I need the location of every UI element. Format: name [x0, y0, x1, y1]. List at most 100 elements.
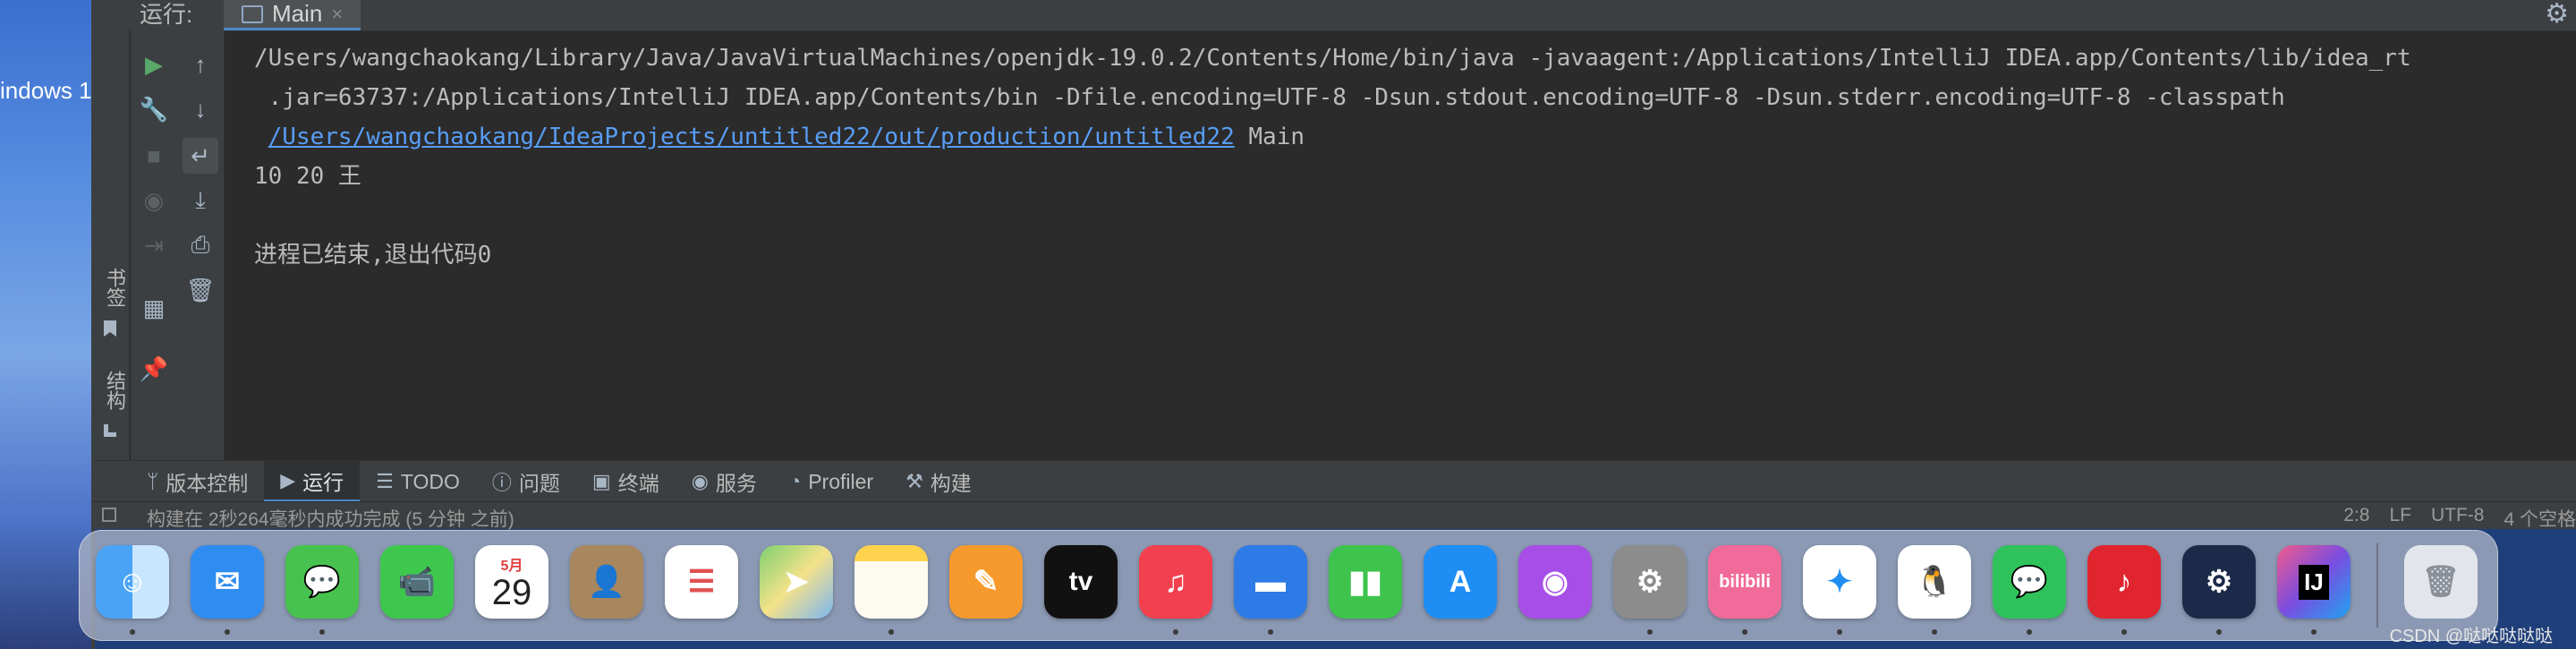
numbers-icon[interactable]: ▮▮ [1329, 545, 1402, 619]
tab-problems[interactable]: ⓘ 问题 [476, 461, 576, 502]
music-icon[interactable]: ♫ [1139, 545, 1212, 619]
services-icon: ◉ [691, 470, 709, 492]
arrow-up-icon[interactable]: ↑ [183, 47, 218, 82]
macos-dock: ☺ ✉ 💬 📹 5月 29 👤 ☰ ➤ ✎ tv ♫ ▬ ▮▮ A ◉ ⚙ bi… [79, 530, 2498, 641]
camera-icon[interactable]: ◉ [136, 183, 172, 218]
caret-position[interactable]: 2:8 [2343, 505, 2369, 532]
stop-icon[interactable]: ■ [136, 138, 172, 174]
arrow-down-icon[interactable]: ↓ [183, 91, 218, 127]
print-icon[interactable]: ⎙ [183, 227, 218, 263]
console-output[interactable]: /Users/wangchaokang/Library/Java/JavaVir… [254, 30, 2563, 460]
tab-label: 构建 [930, 472, 972, 495]
soft-wrap-icon[interactable]: ↵ [183, 138, 218, 174]
tab-label: 终端 [617, 472, 659, 495]
desktop-window-label: indows 1 [0, 77, 92, 104]
tab-label: TODO [400, 469, 460, 493]
exit-icon[interactable]: ⇥ [136, 227, 172, 263]
console-line-command-cont: .jar=63737:/Applications/IntelliJ IDEA.a… [254, 84, 2285, 111]
console-line-classpath: /Users/wangchaokang/IdeaProjects/untitle… [254, 124, 1305, 150]
tab-label: Profiler [808, 469, 874, 493]
classpath-link[interactable]: /Users/wangchaokang/IdeaProjects/untitle… [268, 124, 1235, 150]
tab-profiler[interactable]: ◔ Profiler [773, 461, 889, 502]
notes-icon[interactable] [854, 545, 928, 619]
main-class-text: Main [1234, 124, 1305, 150]
maps-icon[interactable]: ➤ [760, 545, 833, 619]
tab-services[interactable]: ◉ 服务 [676, 461, 773, 502]
gear-icon[interactable]: ⚙ [2545, 0, 2569, 29]
panel-toggle-icon[interactable] [102, 508, 116, 522]
tab-version-control[interactable]: ᛘ 版本控制 [131, 461, 264, 502]
wechat-icon[interactable]: 💬 [1993, 545, 2066, 619]
run-tool-titlebar: 运行: Main × ⚙ [93, 0, 2576, 31]
tab-main[interactable]: Main × [224, 0, 361, 30]
profiler-icon: ◔ [788, 470, 802, 492]
reminders-icon[interactable]: ☰ [665, 545, 738, 619]
qq-icon[interactable]: 🐧 [1898, 545, 1971, 619]
indent-setting[interactable]: 4 个空格 [2504, 505, 2576, 532]
tab-label: 问题 [518, 472, 560, 495]
trash-icon[interactable]: 🗑 [2404, 545, 2478, 619]
calendar-month: 5月 [500, 559, 523, 574]
file-encoding[interactable]: UTF-8 [2431, 505, 2485, 532]
podcasts-icon[interactable]: ◉ [1518, 545, 1592, 619]
side-tool-strip: 书签 结构 [93, 30, 130, 460]
run-config-icon [242, 4, 263, 23]
dock-separator [2376, 543, 2378, 628]
messages-icon[interactable]: 💬 [285, 545, 359, 619]
run-toolbar-secondary: ↑ ↓ ↵ ⤓ ⎙ 🗑 [177, 30, 225, 460]
trash-icon[interactable]: 🗑 [183, 272, 218, 308]
pages-icon[interactable]: ✎ [949, 545, 1023, 619]
intellij-idea-icon[interactable]: IJ [2277, 545, 2351, 619]
safari-icon[interactable]: ✦ [1803, 545, 1876, 619]
console-line-exit: 进程已结束,退出代码0 [254, 242, 492, 269]
apple-tv-icon[interactable]: tv [1044, 545, 1118, 619]
tab-todo[interactable]: ☰ TODO [360, 461, 476, 502]
status-bar: 构建在 2秒264毫秒内成功完成 (5 分钟 之前) 2:8 LF UTF-8 … [93, 501, 2576, 532]
ij-label: IJ [2299, 564, 2329, 600]
layout-icon[interactable]: ▦ [136, 290, 172, 326]
bookmark-icon[interactable] [104, 320, 116, 337]
line-separator[interactable]: LF [2389, 505, 2411, 532]
play-icon: ▶ [280, 468, 296, 491]
tab-main-label: Main [272, 0, 323, 27]
structure-tab[interactable]: 结构 [100, 371, 129, 410]
netease-music-icon[interactable]: ♪ [2087, 545, 2161, 619]
tv-label: tv [1068, 567, 1093, 596]
tab-build[interactable]: ⚒ 构建 [889, 461, 988, 502]
status-message: 构建在 2秒264毫秒内成功完成 (5 分钟 之前) [147, 509, 514, 530]
tab-label: 服务 [715, 472, 757, 495]
mail-icon[interactable]: ✉ [191, 545, 264, 619]
bookmarks-tab[interactable]: 书签 [100, 268, 129, 307]
bilibili-label: bilibili [1719, 571, 1771, 592]
rerun-icon[interactable]: ▶ [136, 47, 172, 82]
console-line-output: 10 20 王 [254, 163, 361, 190]
csdn-watermark: CSDN @哒哒哒哒哒 [2389, 627, 2553, 646]
calendar-day: 29 [491, 573, 532, 612]
tool-window-bar: ᛘ 版本控制 ▶ 运行 ☰ TODO ⓘ 问题 ▣ 终端 ◉ 服务 ◔ Profiler ⚒ 构… [93, 460, 2576, 502]
close-icon[interactable]: × [331, 3, 343, 26]
wrench-icon[interactable]: 🔧 [136, 91, 172, 127]
app-store-icon[interactable]: A [1424, 545, 1497, 619]
scroll-to-end-icon[interactable]: ⤓ [183, 183, 218, 218]
intellij-run-window: 运行: Main × ⚙ 书签 结构 ▶ 🔧 ■ ◉ ⇥ ▦ 📌 ↑ ↓ ↵ ⤓… [93, 0, 2576, 532]
tab-label: 运行 [302, 470, 344, 494]
calendar-icon[interactable]: 5月 29 [475, 545, 548, 619]
hammer-icon: ⚒ [905, 470, 923, 492]
steam-icon[interactable]: ⚙ [2182, 545, 2256, 619]
list-icon: ☰ [376, 470, 394, 492]
tab-terminal[interactable]: ▣ 终端 [576, 461, 676, 502]
console-line-command: /Users/wangchaokang/Library/Java/JavaVir… [254, 45, 2411, 72]
contacts-icon[interactable]: 👤 [570, 545, 643, 619]
run-toolbar-primary: ▶ 🔧 ■ ◉ ⇥ ▦ 📌 [131, 30, 178, 460]
tab-run[interactable]: ▶ 运行 [264, 461, 361, 502]
terminal-icon: ▣ [591, 470, 611, 492]
system-settings-icon[interactable]: ⚙ [1613, 545, 1687, 619]
tab-label: 版本控制 [166, 472, 249, 495]
bilibili-icon[interactable]: bilibili [1708, 545, 1781, 619]
pin-icon[interactable]: 📌 [136, 351, 172, 387]
keynote-icon[interactable]: ▬ [1234, 545, 1307, 619]
finder-icon[interactable]: ☺ [96, 545, 169, 619]
alert-icon: ⓘ [491, 472, 512, 494]
facetime-icon[interactable]: 📹 [380, 545, 454, 619]
structure-icon[interactable] [104, 424, 116, 437]
